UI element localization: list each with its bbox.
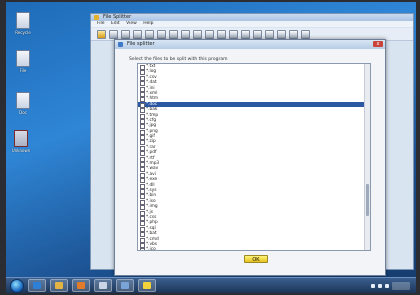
list-item-label: *.zip: [146, 139, 156, 145]
toolbar-button-icon[interactable]: [241, 29, 250, 39]
list-item-label: *.wav: [146, 166, 159, 172]
list-item-label: *.png: [146, 128, 158, 134]
toolbar-button-icon[interactable]: [289, 29, 298, 39]
menu-help[interactable]: Help: [143, 21, 153, 26]
flag-icon[interactable]: [385, 283, 389, 288]
list-item-label: *.img: [146, 204, 158, 210]
list-item-label: *.exe: [146, 177, 158, 183]
app-icon: [94, 15, 99, 20]
document-icon: [16, 92, 30, 109]
taskbar-folder[interactable]: [50, 279, 68, 292]
list-item-label: *.htm: [146, 96, 159, 102]
list-item-label: *.rtf: [146, 155, 155, 161]
desktop-icon-4[interactable]: Unknown: [10, 130, 32, 153]
toolbar-button-icon[interactable]: [229, 29, 238, 39]
splitter-icon: [143, 282, 151, 289]
taskbar-app[interactable]: [94, 279, 112, 292]
taskbar-app2[interactable]: [116, 279, 134, 292]
scrollbar-thumb[interactable]: [366, 184, 369, 216]
dialog-title: File splitter: [127, 41, 155, 47]
system-tray: [371, 281, 416, 290]
toolbar-button-icon[interactable]: [169, 29, 178, 39]
list-scrollbar[interactable]: [364, 64, 370, 250]
media-icon: [77, 282, 85, 289]
toolbar-button-icon[interactable]: [181, 29, 190, 39]
app-title: File Splitter: [103, 14, 132, 20]
app-icon: [99, 282, 107, 289]
list-item-label: *.log: [146, 69, 157, 75]
list-item-label: *.sql: [146, 225, 156, 231]
file-type-rows: *.txt *.log *.csv *.dat *.ini *.xml *.htm *.doc…: [138, 64, 370, 251]
start-button[interactable]: [10, 278, 24, 293]
list-item-label: *.bat: [146, 231, 157, 237]
taskbar-splitter[interactable]: [138, 279, 156, 292]
file-type-list[interactable]: *.txt *.log *.csv *.dat *.ini *.xml *.htm *.doc…: [137, 63, 371, 251]
toolbar-button-icon[interactable]: [253, 29, 262, 39]
app-titlebar[interactable]: File Splitter: [91, 14, 413, 21]
menu-file[interactable]: File: [97, 21, 105, 26]
close-icon[interactable]: x: [373, 41, 383, 47]
list-item-label: *.ico: [146, 247, 156, 251]
taskbar-media[interactable]: [72, 279, 90, 292]
document-icon: [14, 130, 28, 147]
taskbar: [6, 277, 416, 293]
checkbox[interactable]: [140, 248, 145, 250]
desktop: Recycle File Doc Unknown File Splitter F…: [6, 2, 416, 293]
list-item-label: *.bak: [146, 107, 158, 113]
list-item-label: *.js: [146, 209, 153, 215]
toolbar-button-icon[interactable]: [109, 29, 118, 39]
browser-icon: [33, 282, 41, 289]
menu-edit[interactable]: Edit: [111, 21, 120, 26]
toolbar-button-icon[interactable]: [217, 29, 226, 39]
file-types-dialog: File splitter x Select the files to be s…: [114, 39, 386, 276]
dialog-icon: [118, 42, 123, 47]
list-item-label: *.dll: [146, 182, 155, 188]
desktop-icon-1[interactable]: Recycle: [12, 12, 34, 35]
document-icon: [16, 50, 30, 67]
list-item[interactable]: *.ico: [138, 247, 370, 251]
app-icon: [121, 282, 129, 289]
list-item-label: *.dat: [146, 80, 157, 86]
desktop-icon-label: Unknown: [11, 148, 31, 153]
desktop-icon-label: File: [19, 68, 27, 73]
list-item-label: *.pdf: [146, 150, 157, 156]
app-menubar: File Edit View Help: [91, 21, 413, 27]
toolbar-button-icon[interactable]: [205, 29, 214, 39]
desktop-icon-2[interactable]: File: [12, 50, 34, 73]
toolbar-button-icon[interactable]: [145, 29, 154, 39]
dialog-instruction: Select the files to be split with this p…: [129, 57, 228, 62]
ok-button[interactable]: OK: [244, 255, 268, 263]
folder-icon: [55, 282, 63, 289]
toolbar-button-icon[interactable]: [301, 29, 310, 39]
network-icon[interactable]: [371, 283, 375, 288]
list-item-label: *.php: [146, 220, 158, 226]
list-item-label: *.jpg: [146, 123, 157, 129]
desktop-icon-3[interactable]: Doc: [12, 92, 34, 115]
toolbar-button-icon[interactable]: [121, 29, 130, 39]
toolbar-button-icon[interactable]: [277, 29, 286, 39]
file-icon: [16, 12, 30, 29]
list-item-label: *.doc: [146, 101, 158, 107]
clock[interactable]: [392, 281, 410, 290]
list-item-label: *.bin: [146, 193, 157, 199]
desktop-icon-label: Doc: [19, 110, 27, 115]
taskbar-ie[interactable]: [28, 279, 46, 292]
toolbar-button-icon[interactable]: [157, 29, 166, 39]
toolbar-button-icon[interactable]: [193, 29, 202, 39]
dialog-titlebar[interactable]: File splitter x: [115, 40, 385, 49]
list-item-label: *.cmd: [146, 236, 159, 242]
toolbar-button-icon[interactable]: [133, 29, 142, 39]
desktop-icon-label: Recycle: [15, 30, 31, 35]
menu-view[interactable]: View: [126, 21, 137, 26]
open-folder-icon[interactable]: [97, 29, 106, 39]
list-item-label: *.ini: [146, 85, 155, 91]
list-item-label: *.tmp: [146, 112, 159, 118]
volume-icon[interactable]: [378, 283, 382, 288]
toolbar-button-icon[interactable]: [265, 29, 274, 39]
